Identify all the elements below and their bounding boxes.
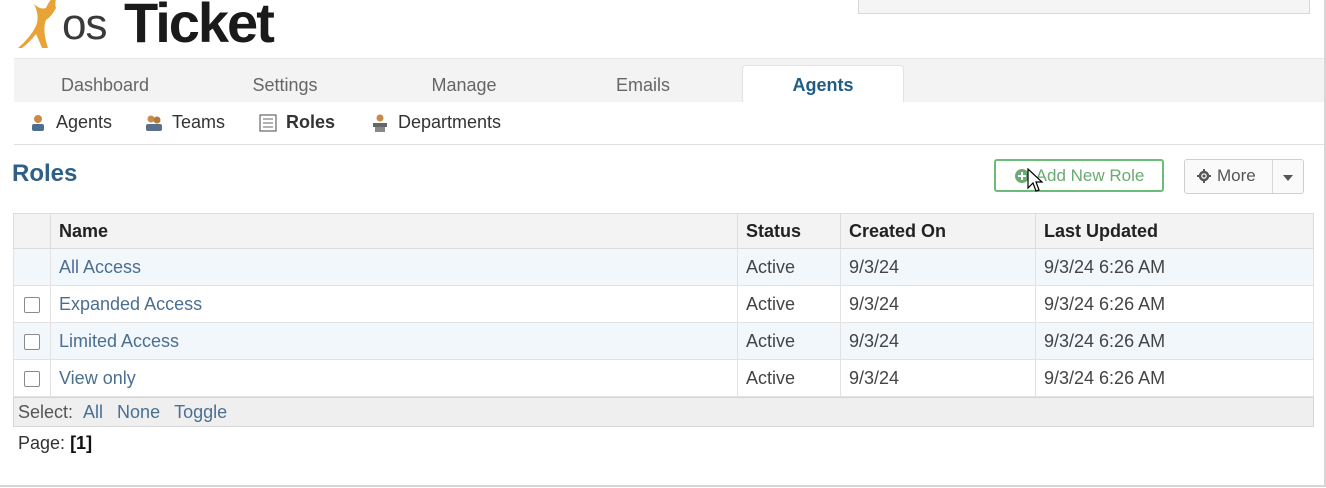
role-name-link[interactable]: All Access (50, 248, 738, 286)
subnav-departments[interactable]: Departments (370, 112, 501, 133)
table-row: View only Active 9/3/24 9/3/24 6:26 AM (13, 359, 1314, 397)
subnav-roles[interactable]: Roles (258, 112, 335, 133)
user-info-box (858, 0, 1310, 14)
tab-manage[interactable]: Manage (389, 59, 539, 103)
tab-agents[interactable]: Agents (742, 65, 904, 105)
row-checkbox[interactable] (24, 296, 40, 313)
sub-navigation: Agents Teams Roles Departments (14, 102, 1324, 145)
subnav-agents-label: Agents (56, 112, 113, 132)
pager-current-page[interactable]: [1] (70, 433, 92, 453)
role-last-updated: 9/3/24 6:26 AM (1035, 359, 1314, 397)
role-name-link[interactable]: Limited Access (50, 322, 738, 360)
pager-label: Page: (18, 433, 66, 453)
role-created-on: 9/3/24 (840, 248, 1036, 286)
row-checkbox[interactable] (24, 370, 40, 387)
row-checkbox-cell (13, 285, 51, 323)
add-new-role-label: Add New Role (1035, 165, 1145, 185)
agent-icon (32, 114, 44, 131)
roles-icon (259, 113, 277, 132)
department-icon (373, 114, 387, 132)
header: os Ticket (0, 0, 1324, 58)
column-header-last-updated[interactable]: Last Updated (1035, 213, 1314, 249)
role-status: Active (737, 322, 841, 360)
column-header-name[interactable]: Name (50, 213, 738, 249)
column-header-created-on[interactable]: Created On (840, 213, 1036, 249)
select-all-link[interactable]: All (83, 402, 103, 423)
role-name-link[interactable]: Expanded Access (50, 285, 738, 323)
table-row: Limited Access Active 9/3/24 9/3/24 6:26… (13, 322, 1314, 360)
subnav-teams[interactable]: Teams (144, 112, 225, 133)
role-status: Active (737, 285, 841, 323)
role-created-on: 9/3/24 (840, 285, 1036, 323)
logo-text-ticket: Ticket (124, 0, 275, 54)
header-checkbox-column (13, 213, 51, 249)
pagination: Page: [1] (18, 433, 92, 454)
more-label: More (1217, 166, 1256, 185)
role-last-updated: 9/3/24 6:26 AM (1035, 322, 1314, 360)
role-name-link[interactable]: View only (50, 359, 738, 397)
role-created-on: 9/3/24 (840, 359, 1036, 397)
select-bar: Select: All None Toggle (13, 397, 1314, 427)
role-created-on: 9/3/24 (840, 322, 1036, 360)
subnav-teams-label: Teams (172, 112, 226, 132)
select-none-link[interactable]: None (117, 402, 160, 423)
table-row: All Access Active 9/3/24 9/3/24 6:26 AM (13, 248, 1314, 286)
role-last-updated: 9/3/24 6:26 AM (1035, 248, 1314, 286)
select-toggle-link[interactable]: Toggle (174, 402, 227, 423)
role-status: Active (737, 248, 841, 286)
tab-settings[interactable]: Settings (210, 59, 360, 103)
teams-icon (146, 115, 162, 131)
row-checkbox-cell (13, 248, 51, 286)
roles-table: Name Status Created On Last Updated All … (13, 213, 1314, 397)
subnav-departments-label: Departments (398, 112, 502, 132)
row-checkbox[interactable] (24, 333, 40, 350)
table-header-row: Name Status Created On Last Updated (13, 213, 1314, 249)
subnav-roles-label: Roles (286, 112, 336, 132)
mouse-cursor-icon (1027, 168, 1043, 192)
gear-icon (1197, 169, 1211, 183)
tab-dashboard[interactable]: Dashboard (30, 59, 180, 103)
subnav-agents[interactable]: Agents (28, 112, 112, 133)
logo-text-os: os (62, 0, 107, 49)
more-label-group: More (1197, 166, 1256, 186)
row-checkbox-cell (13, 359, 51, 397)
main-tabs: Dashboard Settings Manage Emails Agents (14, 58, 1324, 105)
tab-emails[interactable]: Emails (568, 59, 718, 103)
more-divider (1272, 160, 1273, 193)
table-row: Expanded Access Active 9/3/24 9/3/24 6:2… (13, 285, 1314, 323)
role-status: Active (737, 359, 841, 397)
more-dropdown-button[interactable]: More (1184, 159, 1304, 194)
column-header-status[interactable]: Status (737, 213, 841, 249)
row-checkbox-cell (13, 322, 51, 360)
chevron-down-icon[interactable] (1283, 175, 1293, 181)
role-last-updated: 9/3/24 6:26 AM (1035, 285, 1314, 323)
add-new-role-button[interactable]: Add New Role (994, 159, 1164, 192)
select-label: Select: (18, 401, 74, 422)
page-title: Roles (12, 160, 78, 187)
